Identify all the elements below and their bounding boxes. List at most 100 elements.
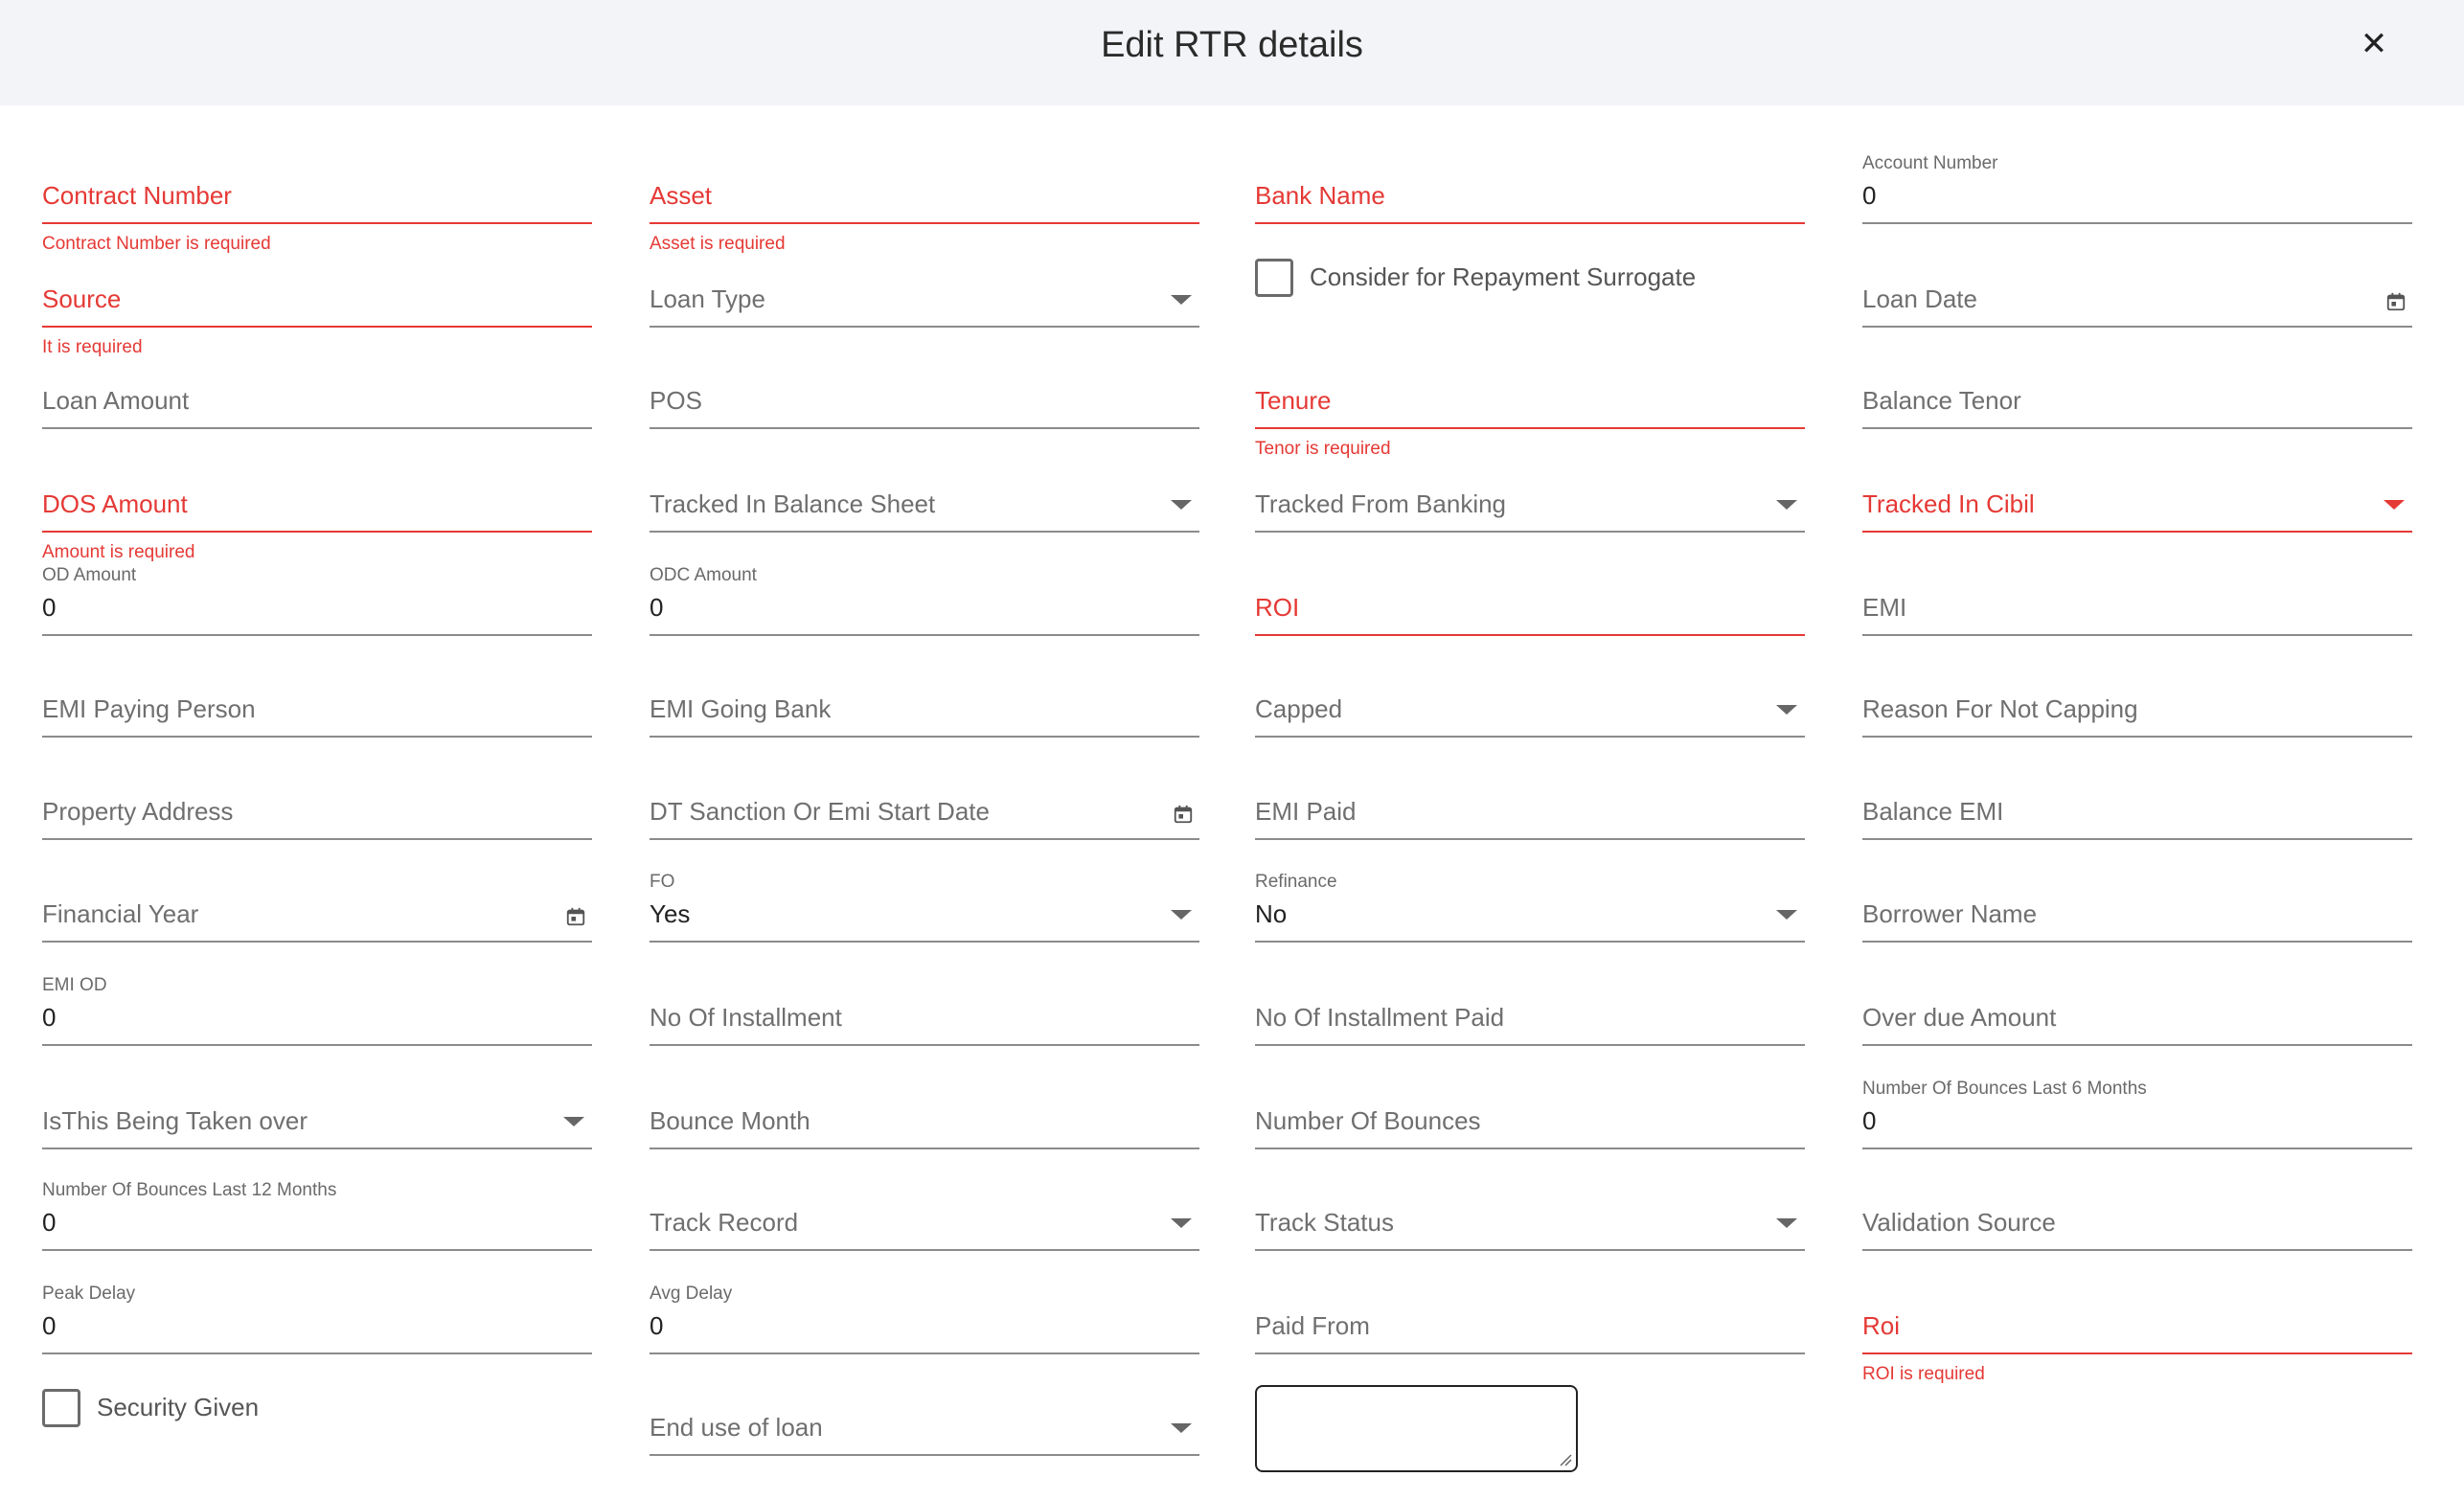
balance-emi-label: Balance EMI — [1862, 797, 2004, 826]
tracked-cibil-select[interactable]: Tracked In Cibil — [1862, 456, 2412, 533]
asset-field[interactable]: Asset — [650, 148, 1199, 224]
capped-select[interactable]: Capped — [1255, 661, 1805, 738]
od-amount-field[interactable]: OD Amount 0 — [42, 559, 592, 636]
borrower-name-field[interactable]: Borrower Name — [1862, 866, 2412, 943]
field-underline — [1862, 427, 2412, 429]
field-underline — [1862, 838, 2412, 840]
balance-emi-field[interactable]: Balance EMI — [1862, 763, 2412, 840]
paid-from-field[interactable]: Paid From — [1255, 1278, 1805, 1354]
calendar-icon[interactable] — [565, 906, 586, 927]
field-underline — [42, 838, 592, 840]
financial-year-label: Financial Year — [42, 899, 199, 928]
field-underline — [1255, 736, 1805, 738]
tracked-cibil-label: Tracked In Cibil — [1862, 489, 2035, 518]
field-underline — [1862, 531, 2412, 533]
bounces-6m-field[interactable]: Number Of Bounces Last 6 Months 0 — [1862, 1073, 2412, 1149]
financial-year-field[interactable]: Financial Year — [42, 866, 592, 943]
source-label: Source — [42, 284, 122, 313]
tracked-banking-select[interactable]: Tracked From Banking — [1255, 456, 1805, 533]
field-underline — [1862, 1044, 2412, 1046]
emi-paying-person-field[interactable]: EMI Paying Person — [42, 661, 592, 738]
dropdown-arrow-icon — [563, 1117, 584, 1126]
track-record-label: Track Record — [650, 1208, 799, 1237]
roi-field[interactable]: ROI — [1255, 559, 1805, 636]
dos-amount-field[interactable]: DOS Amount — [42, 456, 592, 533]
roi-secondary-field[interactable]: Roi — [1862, 1278, 2412, 1354]
emi-paid-field[interactable]: EMI Paid — [1255, 763, 1805, 840]
emi-field[interactable]: EMI — [1862, 559, 2412, 636]
peak-delay-field[interactable]: Peak Delay 0 — [42, 1278, 592, 1354]
loan-type-select[interactable]: Loan Type — [650, 251, 1199, 328]
field-underline — [1255, 634, 1805, 636]
no-installment-field[interactable]: No Of Installment — [650, 969, 1199, 1046]
field-underline — [42, 326, 592, 328]
validation-source-field[interactable]: Validation Source — [1862, 1174, 2412, 1251]
fo-select[interactable]: FO Yes — [650, 866, 1199, 943]
roi-label: ROI — [1255, 593, 1300, 622]
number-bounces-label: Number Of Bounces — [1255, 1106, 1481, 1135]
field-underline — [650, 1454, 1199, 1456]
od-amount-label: OD Amount — [42, 565, 137, 585]
field-underline — [1255, 222, 1805, 224]
dt-sanction-field[interactable]: DT Sanction Or Emi Start Date — [650, 763, 1199, 840]
source-field[interactable]: Source — [42, 251, 592, 328]
avg-delay-field[interactable]: Avg Delay 0 — [650, 1278, 1199, 1354]
consider-repayment-checkbox[interactable]: Consider for Repayment Surrogate — [1255, 259, 1734, 297]
loan-amount-label: Loan Amount — [42, 386, 190, 415]
account-number-field[interactable]: Account Number 0 — [1862, 148, 2412, 224]
capped-label: Capped — [1255, 694, 1343, 723]
tenure-field[interactable]: Tenure — [1255, 352, 1805, 429]
loan-date-label: Loan Date — [1862, 284, 1977, 313]
field-underline — [1255, 941, 1805, 943]
dropdown-arrow-icon — [1776, 1218, 1797, 1228]
loan-date-field[interactable]: Loan Date — [1862, 251, 2412, 328]
field-underline — [1255, 838, 1805, 840]
field-underline — [42, 941, 592, 943]
pos-field[interactable]: POS — [650, 352, 1199, 429]
field-underline — [650, 1044, 1199, 1046]
overdue-amount-field[interactable]: Over due Amount — [1862, 969, 2412, 1046]
calendar-icon[interactable] — [2385, 291, 2407, 312]
security-given-label: Security Given — [97, 1393, 260, 1421]
emi-going-bank-field[interactable]: EMI Going Bank — [650, 661, 1199, 738]
odc-amount-field[interactable]: ODC Amount 0 — [650, 559, 1199, 636]
odc-amount-value: 0 — [650, 593, 664, 622]
resize-handle-icon[interactable] — [1559, 1453, 1572, 1466]
field-underline — [1255, 1249, 1805, 1251]
field-underline — [42, 427, 592, 429]
field-underline — [650, 222, 1199, 224]
checkbox-box[interactable] — [42, 1389, 80, 1427]
end-use-select[interactable]: End use of loan — [650, 1379, 1199, 1456]
field-underline — [1255, 531, 1805, 533]
bounces-12m-field[interactable]: Number Of Bounces Last 12 Months 0 — [42, 1174, 592, 1251]
checkbox-box[interactable] — [1255, 259, 1293, 297]
security-given-checkbox[interactable]: Security Given — [42, 1389, 330, 1427]
track-record-select[interactable]: Track Record — [650, 1174, 1199, 1251]
taken-over-select[interactable]: IsThis Being Taken over — [42, 1073, 592, 1149]
close-icon[interactable]: ✕ — [2355, 25, 2393, 63]
bank-name-field[interactable]: Bank Name — [1255, 148, 1805, 224]
roi-secondary-error: ROI is required — [1862, 1364, 1985, 1384]
no-installment-paid-field[interactable]: No Of Installment Paid — [1255, 969, 1805, 1046]
refinance-select[interactable]: Refinance No — [1255, 866, 1805, 943]
property-address-field[interactable]: Property Address — [42, 763, 592, 840]
field-underline — [1255, 427, 1805, 429]
bounces-6m-label: Number Of Bounces Last 6 Months — [1862, 1079, 2147, 1099]
calendar-icon[interactable] — [1173, 804, 1194, 825]
reason-not-capping-label: Reason For Not Capping — [1862, 694, 2138, 723]
loan-amount-field[interactable]: Loan Amount — [42, 352, 592, 429]
reason-not-capping-field[interactable]: Reason For Not Capping — [1862, 661, 2412, 738]
tracked-balance-sheet-select[interactable]: Tracked In Balance Sheet — [650, 456, 1199, 533]
remarks-textarea[interactable] — [1255, 1385, 1578, 1472]
fo-value: Yes — [650, 899, 691, 928]
balance-tenor-field[interactable]: Balance Tenor — [1862, 352, 2412, 429]
emi-od-field[interactable]: EMI OD 0 — [42, 969, 592, 1046]
number-bounces-field[interactable]: Number Of Bounces — [1255, 1073, 1805, 1149]
field-underline — [1862, 736, 2412, 738]
track-status-select[interactable]: Track Status — [1255, 1174, 1805, 1251]
contract-number-field[interactable]: Contract Number — [42, 148, 592, 224]
loan-type-label: Loan Type — [650, 284, 765, 313]
dropdown-arrow-icon — [1171, 1218, 1192, 1228]
tracked-balance-sheet-label: Tracked In Balance Sheet — [650, 489, 936, 518]
bounce-month-field[interactable]: Bounce Month — [650, 1073, 1199, 1149]
